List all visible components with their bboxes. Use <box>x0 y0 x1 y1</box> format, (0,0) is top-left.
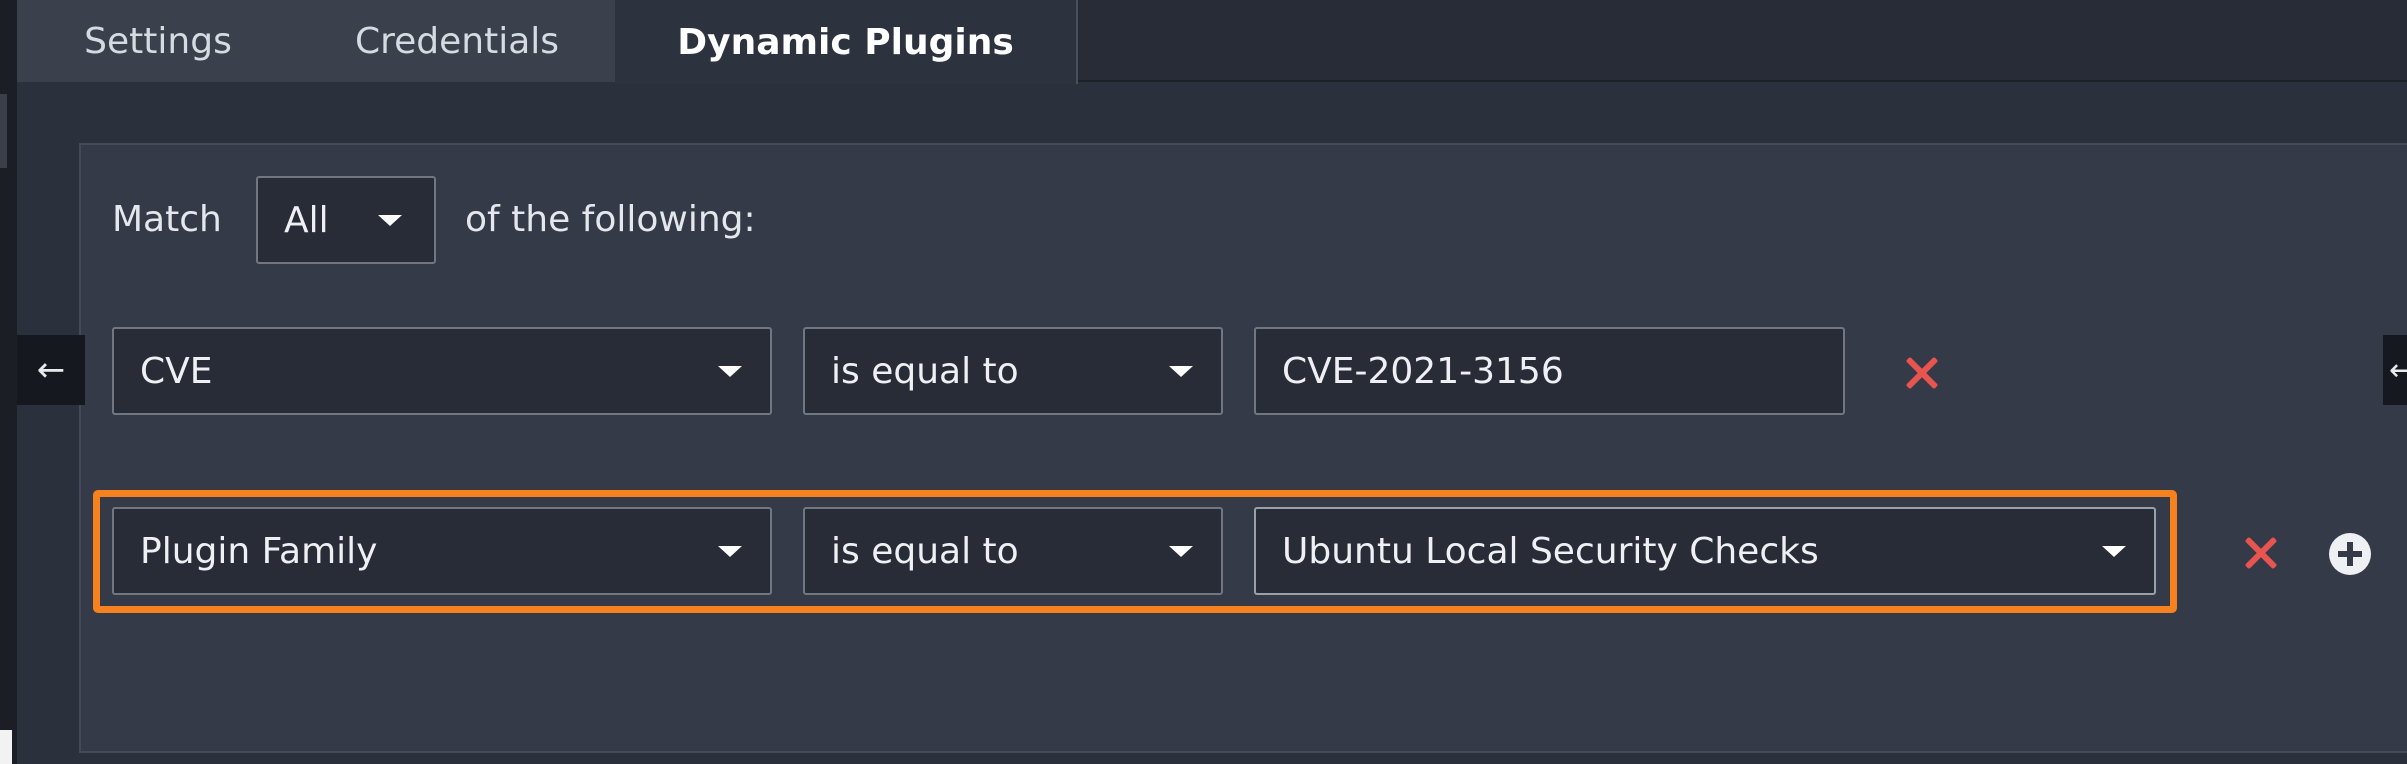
rule-1-value-text: CVE-2021-3156 <box>1282 350 1564 392</box>
match-mode-select[interactable]: All <box>256 176 436 264</box>
rule-1-value-input[interactable]: CVE-2021-3156 <box>1254 327 1845 415</box>
scroll-left-button[interactable]: ← <box>17 335 85 405</box>
rule-1-operator-select[interactable]: is equal to <box>803 327 1223 415</box>
rule-2-remove-close-icon[interactable] <box>2242 535 2278 571</box>
caret-down-icon <box>1169 366 1193 377</box>
scroll-right-button[interactable]: ← <box>2383 335 2407 405</box>
rule-1-field-select[interactable]: CVE <box>112 327 772 415</box>
caret-down-icon <box>718 366 742 377</box>
left-edge-strip <box>0 0 17 764</box>
tab-bar: Settings Credentials Dynamic Plugins <box>17 0 2407 84</box>
arrow-left-icon: ← <box>36 350 66 390</box>
match-mode-value: All <box>284 199 329 241</box>
left-edge-notch <box>0 94 7 168</box>
match-prefix-label: Match <box>112 199 222 240</box>
tab-dynamic-plugins-label: Dynamic Plugins <box>677 21 1014 63</box>
tab-dynamic-plugins[interactable]: Dynamic Plugins <box>615 0 1078 84</box>
tab-credentials-label: Credentials <box>354 20 560 62</box>
add-rule-plus-circle-icon[interactable] <box>2329 533 2371 575</box>
tab-credentials[interactable]: Credentials <box>299 0 615 82</box>
rule-1-field-value: CVE <box>140 350 213 392</box>
arrow-right-icon: ← <box>2389 352 2407 388</box>
left-edge-foot <box>0 730 12 764</box>
app-frame: Settings Credentials Dynamic Plugins Mat… <box>0 0 2407 764</box>
rule-2-highlight-outline <box>93 490 2177 613</box>
rule-1-operator-value: is equal to <box>831 350 1019 392</box>
caret-down-icon <box>378 215 402 226</box>
tab-settings-label: Settings <box>84 20 232 62</box>
rule-1-remove-close-icon[interactable] <box>1903 355 1939 391</box>
match-suffix-label: of the following: <box>465 199 756 240</box>
tab-settings[interactable]: Settings <box>17 0 299 82</box>
